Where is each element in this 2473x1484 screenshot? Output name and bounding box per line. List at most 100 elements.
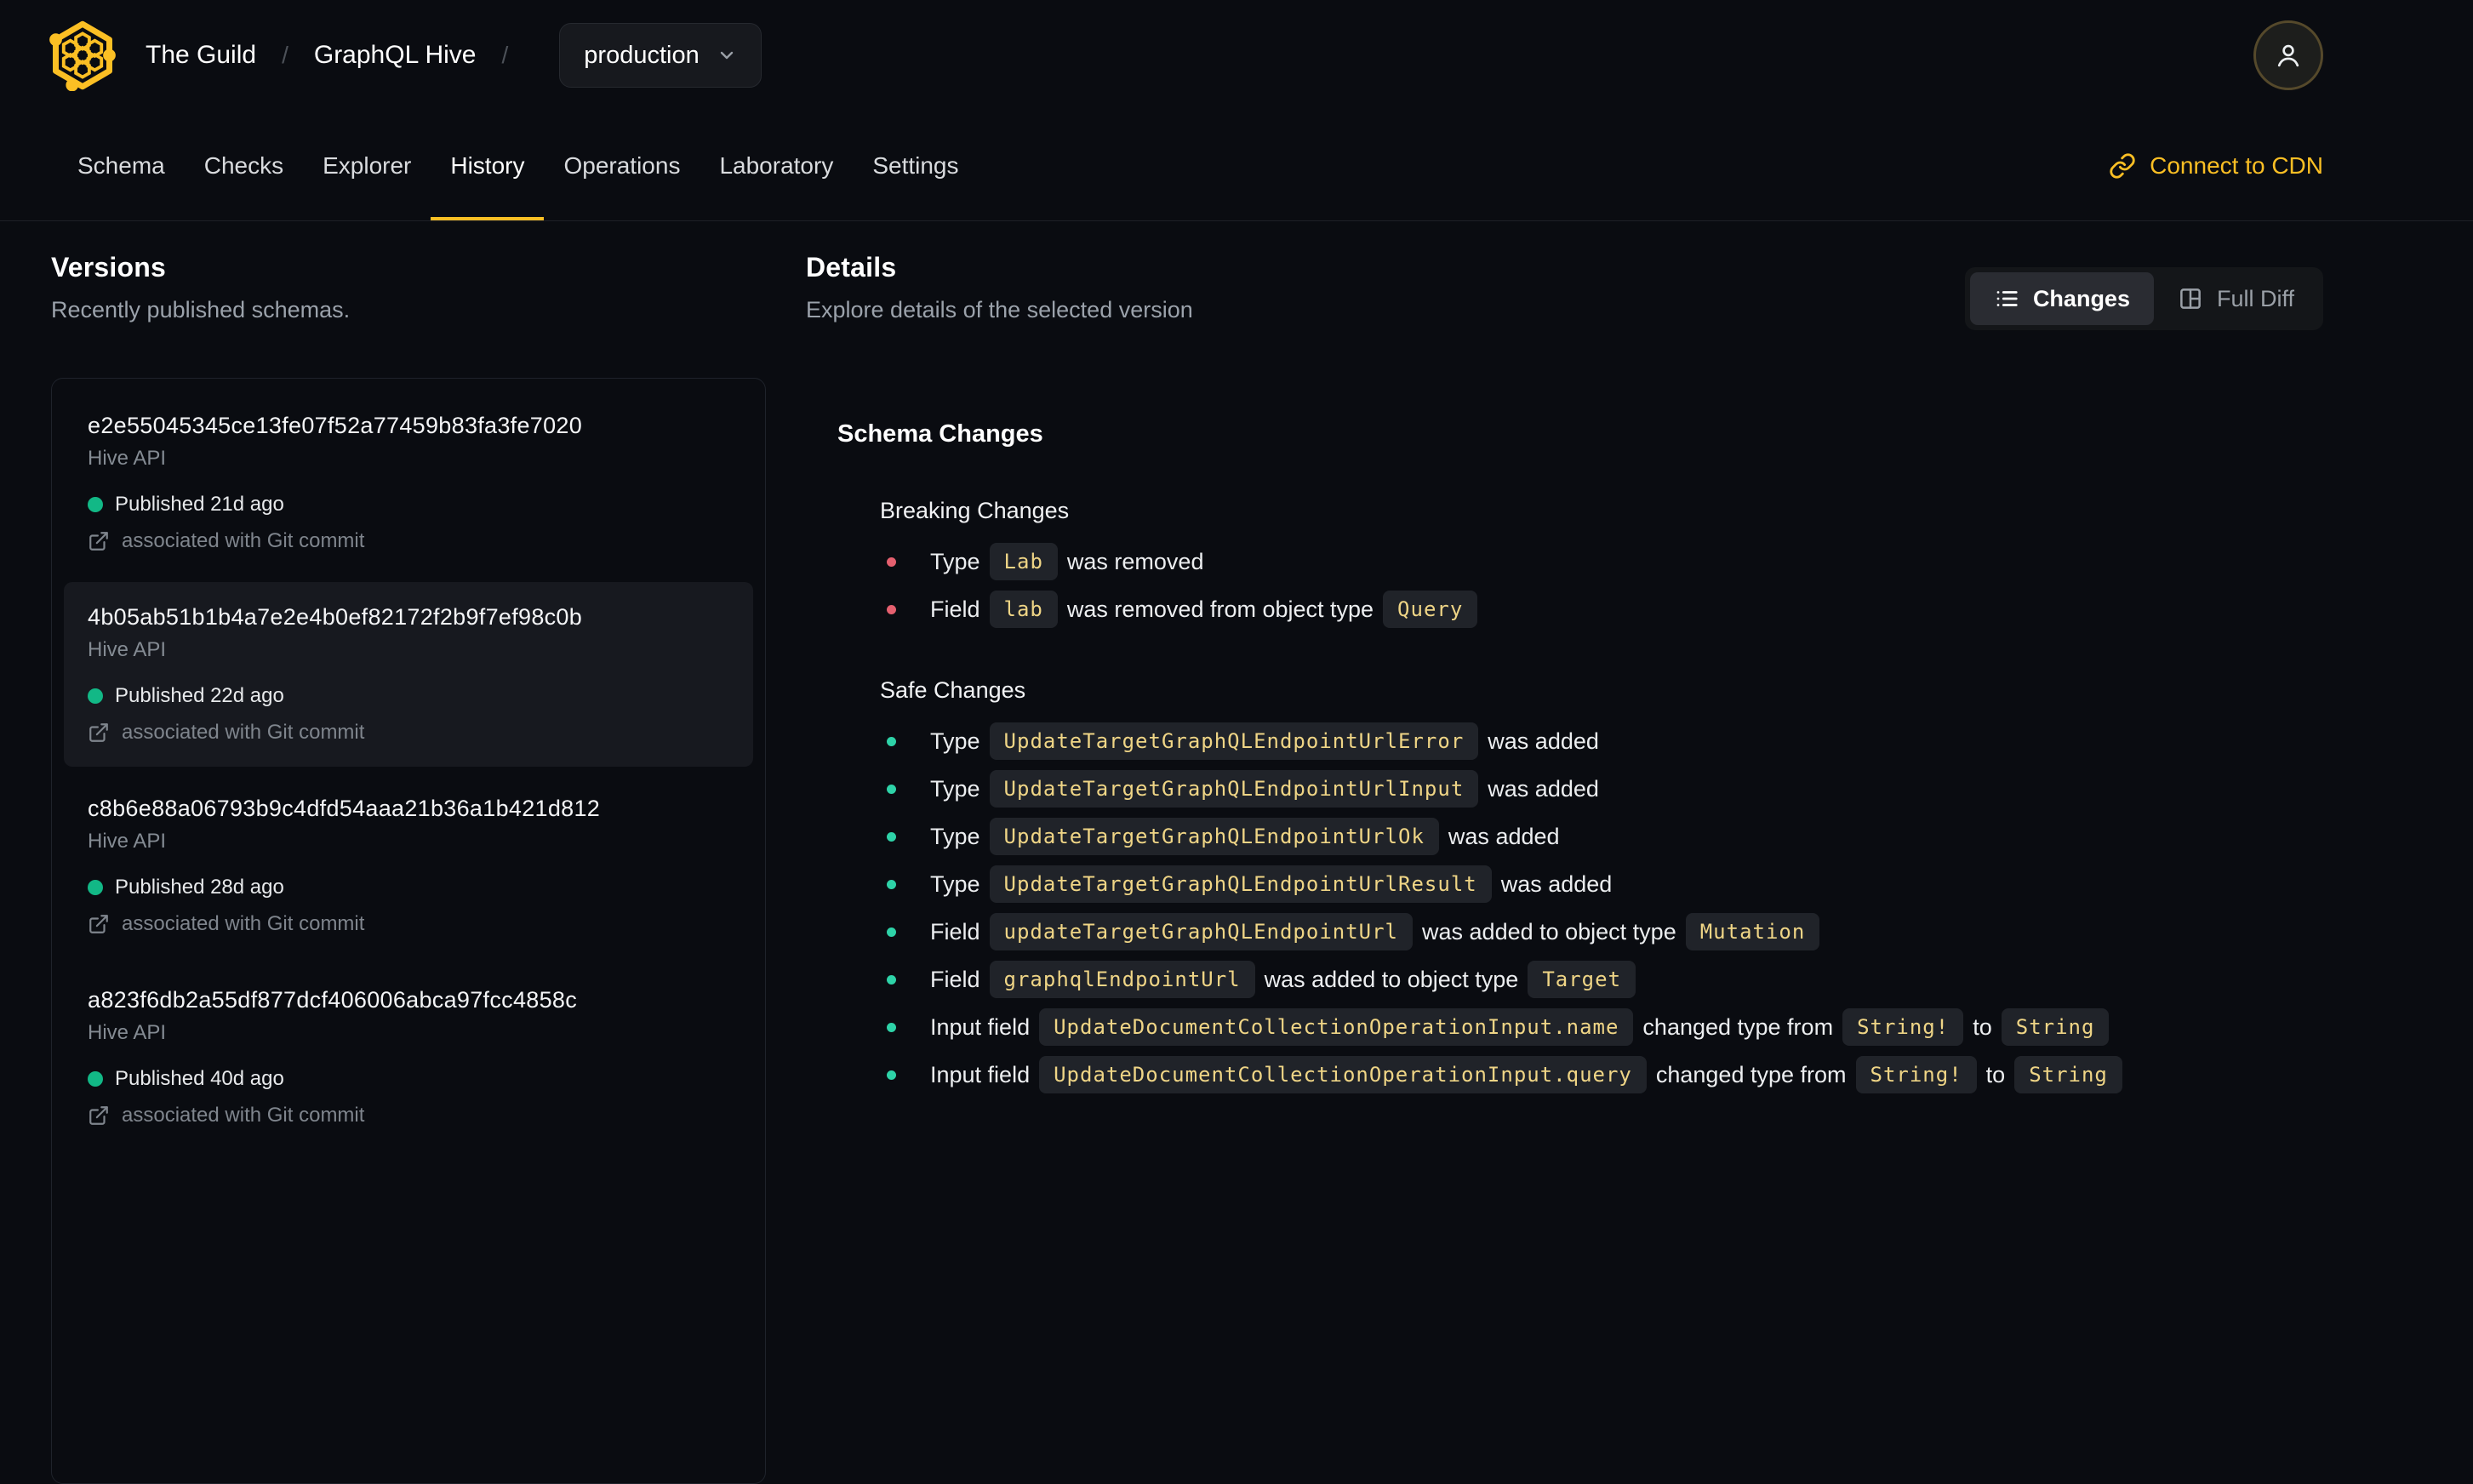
versions-title: Versions bbox=[51, 252, 167, 283]
change-text: Type bbox=[930, 548, 980, 574]
target-selector[interactable]: production bbox=[559, 23, 762, 88]
tab-checks[interactable]: Checks bbox=[185, 111, 303, 220]
published-time: Published 40d ago bbox=[115, 1067, 284, 1090]
schema-token: UpdateDocumentCollectionOperationInput.n… bbox=[1039, 1008, 1634, 1046]
schema-changes-title: Schema Changes bbox=[837, 420, 1043, 448]
change-text: changed type from bbox=[1655, 1061, 1847, 1087]
connect-to-cdn-label: Connect to CDN bbox=[2150, 151, 2323, 179]
change-bullet bbox=[887, 974, 896, 985]
change-text: changed type from bbox=[1642, 1013, 1834, 1040]
change-text: Input field bbox=[930, 1013, 1031, 1040]
schema-token: Target bbox=[1528, 961, 1636, 998]
version-hash: c8b6e88a06793b9c4dfd54aaa21b36a1b421d812 bbox=[88, 796, 601, 821]
change-row: Field updateTargetGraphQLEndpointUrl was a… bbox=[887, 913, 2323, 950]
tab-operations[interactable]: Operations bbox=[544, 111, 700, 220]
schema-token: UpdateTargetGraphQLEndpointUrlOk bbox=[989, 818, 1439, 855]
change-text: Field bbox=[930, 918, 980, 945]
details-panel: Details Explore details of the selected … bbox=[806, 252, 2323, 1104]
change-text: Type bbox=[930, 775, 980, 802]
published-time: Published 22d ago bbox=[115, 684, 284, 707]
page-tabs-bar: Schema Checks Explorer History Operations Lab… bbox=[0, 111, 2473, 221]
change-row: Type Lab was removed bbox=[887, 543, 2323, 580]
change-text: was removed bbox=[1066, 548, 1204, 574]
full-diff-toggle-button[interactable]: Full Diff bbox=[2154, 272, 2318, 325]
git-commit-link[interactable]: associated with Git commit bbox=[88, 912, 729, 936]
change-text: Field bbox=[930, 596, 980, 622]
schema-token: UpdateTargetGraphQLEndpointUrlInput bbox=[989, 770, 1479, 808]
breadcrumb-org[interactable]: The Guild bbox=[146, 41, 256, 70]
git-commit-link[interactable]: associated with Git commit bbox=[88, 721, 729, 745]
change-text: Type bbox=[930, 870, 980, 897]
version-item[interactable]: a823f6db2a55df877dcf406006abca97fcc4858c… bbox=[64, 965, 753, 1150]
published-status-dot bbox=[88, 880, 103, 895]
change-bullet bbox=[887, 784, 896, 794]
app-header: The Guild / GraphQL Hive / production bbox=[0, 0, 2473, 111]
change-row: Type UpdateTargetGraphQLEndpointUrlResult… bbox=[887, 865, 2323, 903]
schema-token: lab bbox=[989, 591, 1058, 628]
schema-token: String! bbox=[1855, 1056, 1977, 1093]
change-text: Field bbox=[930, 966, 980, 992]
change-row: Input field UpdateDocumentCollectionOpera… bbox=[887, 1008, 2323, 1046]
published-status-dot bbox=[88, 688, 103, 704]
tab-explorer[interactable]: Explorer bbox=[303, 111, 431, 220]
change-text: to bbox=[1985, 1061, 2006, 1087]
tab-schema[interactable]: Schema bbox=[58, 111, 185, 220]
git-commit-link[interactable]: associated with Git commit bbox=[88, 1104, 729, 1127]
change-bullet bbox=[887, 879, 896, 889]
change-row: Type UpdateTargetGraphQLEndpointUrlError w… bbox=[887, 722, 2323, 760]
change-bullet bbox=[887, 1070, 896, 1080]
service-name: Hive API bbox=[88, 1021, 167, 1044]
columns-icon bbox=[2180, 288, 2201, 309]
version-item[interactable]: e2e55045345ce13fe07f52a77459b83fa3fe7020… bbox=[64, 391, 753, 575]
schema-token: String bbox=[2001, 1008, 2110, 1046]
external-link-icon bbox=[89, 1106, 108, 1125]
breadcrumb-project[interactable]: GraphQL Hive bbox=[314, 41, 477, 70]
versions-panel: Versions Recently published schemas. e2e… bbox=[51, 252, 766, 1484]
link-icon bbox=[2110, 152, 2135, 179]
change-text: was added to object type bbox=[1422, 918, 1676, 945]
git-commit-label: associated with Git commit bbox=[122, 912, 365, 935]
safe-changes-title: Safe Changes bbox=[880, 677, 1026, 703]
change-row: Field graphqlEndpointUrl was added to obje… bbox=[887, 961, 2323, 998]
schema-token: UpdateDocumentCollectionOperationInput.q… bbox=[1039, 1056, 1647, 1093]
schema-token: String! bbox=[1842, 1008, 1964, 1046]
change-text: Input field bbox=[930, 1061, 1031, 1087]
service-name: Hive API bbox=[88, 830, 167, 853]
change-text: to bbox=[1973, 1013, 1992, 1040]
user-icon bbox=[2277, 44, 2299, 67]
guild-hive-logo-icon[interactable] bbox=[47, 20, 118, 91]
version-item[interactable]: c8b6e88a06793b9c4dfd54aaa21b36a1b421d812… bbox=[64, 773, 753, 958]
external-link-icon bbox=[89, 532, 108, 551]
version-hash: a823f6db2a55df877dcf406006abca97fcc4858c bbox=[88, 987, 578, 1013]
change-bullet bbox=[887, 1022, 896, 1032]
external-link-icon bbox=[89, 723, 108, 742]
service-name: Hive API bbox=[88, 638, 167, 661]
git-commit-label: associated with Git commit bbox=[122, 529, 365, 552]
change-bullet bbox=[887, 927, 896, 937]
changes-toggle-label: Changes bbox=[2032, 285, 2130, 311]
breadcrumb-separator: / bbox=[282, 42, 288, 68]
change-text: was added bbox=[1488, 728, 1599, 754]
git-commit-link[interactable]: associated with Git commit bbox=[88, 529, 729, 553]
change-bullet bbox=[887, 831, 896, 842]
schema-changes-section: Schema Changes Breaking Changes Type Lab w… bbox=[837, 420, 2323, 1093]
connect-to-cdn-button[interactable]: Connect to CDN bbox=[2109, 111, 2323, 220]
changes-toggle-button[interactable]: Changes bbox=[1969, 272, 2154, 325]
user-menu-button[interactable] bbox=[2253, 20, 2323, 90]
schema-token: Mutation bbox=[1685, 913, 1820, 950]
change-text: was added bbox=[1500, 870, 1613, 897]
breadcrumb-separator: / bbox=[501, 42, 509, 68]
tab-settings[interactable]: Settings bbox=[853, 111, 978, 220]
version-item[interactable]: 4b05ab51b1b4a7e2e4b0ef82172f2b9f7ef98c0b… bbox=[64, 582, 753, 767]
breaking-changes-title: Breaking Changes bbox=[880, 498, 1070, 523]
schema-token: Query bbox=[1383, 591, 1478, 628]
chevron-down-icon bbox=[720, 51, 733, 60]
change-bullet bbox=[887, 604, 896, 614]
tab-laboratory[interactable]: Laboratory bbox=[700, 111, 853, 220]
change-text: Type bbox=[930, 728, 980, 754]
change-text: was added bbox=[1448, 823, 1560, 849]
target-selector-value: production bbox=[584, 41, 700, 69]
tab-history[interactable]: History bbox=[431, 111, 545, 220]
versions-subtitle: Recently published schemas. bbox=[51, 297, 351, 322]
full-diff-toggle-label: Full Diff bbox=[2216, 285, 2294, 311]
